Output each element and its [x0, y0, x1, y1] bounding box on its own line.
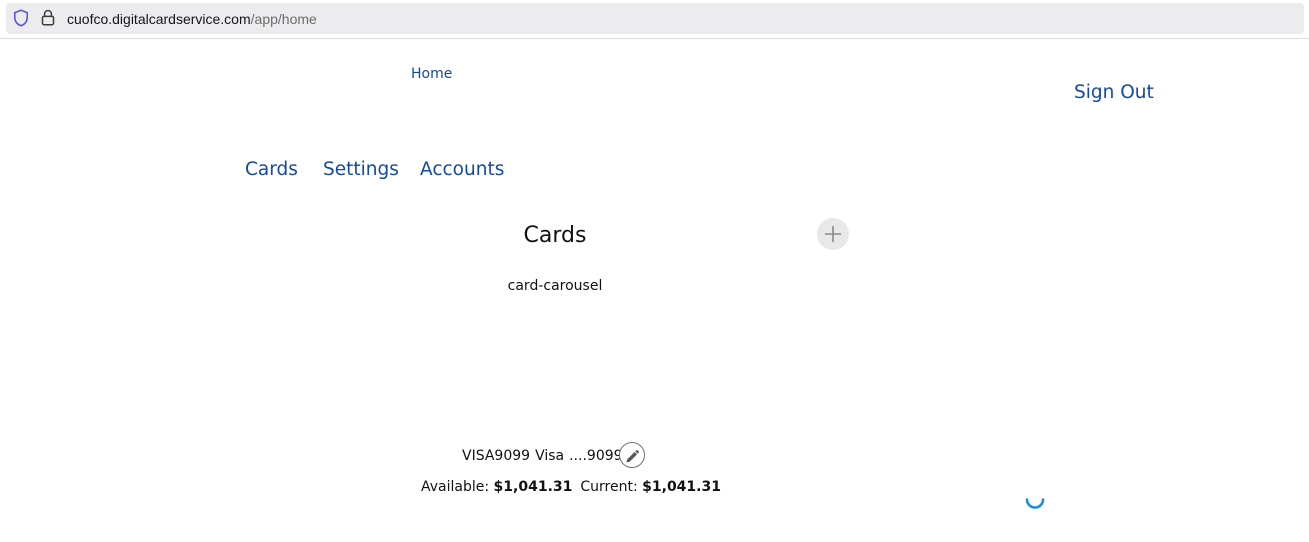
card-summary: VISA9099 Visa ....9099	[462, 447, 628, 465]
available-value: $1,041.31	[493, 479, 573, 495]
add-card-button[interactable]	[817, 218, 849, 250]
nav-cards-link[interactable]: Cards	[245, 158, 298, 182]
card-code: VISA9099	[462, 448, 531, 464]
card-balances: Available: $1,041.31 Current: $1,041.31	[421, 478, 721, 496]
plus-icon	[824, 225, 842, 243]
toolbar-divider	[0, 38, 1309, 39]
current-value: $1,041.31	[642, 479, 721, 495]
edit-card-button[interactable]	[619, 442, 645, 468]
pencil-icon	[626, 450, 639, 463]
available-label: Available:	[421, 479, 490, 495]
shield-icon[interactable]	[13, 9, 29, 27]
current-label: Current:	[580, 479, 638, 495]
card-carousel: card-carousel	[507, 278, 603, 294]
url-path: /app/home	[250, 11, 317, 27]
page-title: Cards	[523, 223, 587, 248]
url-text[interactable]: cuofco.digitalcardservice.com/app/home	[67, 10, 317, 28]
nav-settings-link[interactable]: Settings	[323, 158, 399, 182]
nav-accounts-link[interactable]: Accounts	[420, 158, 504, 182]
lock-icon[interactable]	[41, 9, 55, 26]
sign-out-link[interactable]: Sign Out	[1074, 81, 1154, 105]
breadcrumb-home-link[interactable]: Home	[411, 65, 452, 83]
card-brand: Visa	[535, 448, 565, 464]
card-masked-number: ....9099	[569, 448, 623, 464]
loading-spinner-icon	[1025, 498, 1045, 509]
url-domain: cuofco.digitalcardservice.com	[67, 11, 251, 27]
